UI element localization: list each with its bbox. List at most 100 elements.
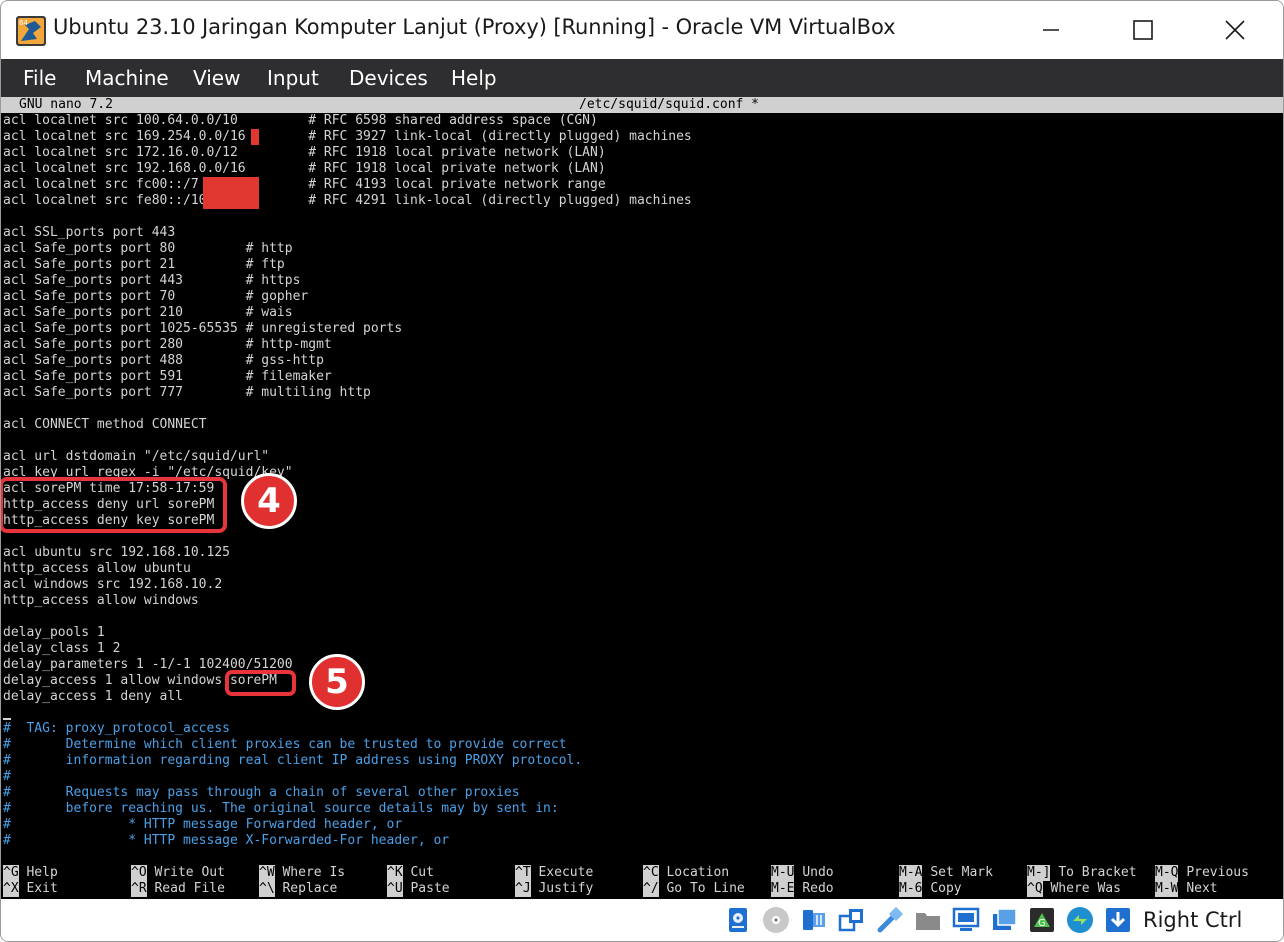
editor-line: acl Safe_ports port 777 # multiling http [3,385,371,400]
shortcut-label: Write Out [154,865,225,880]
shortcut-label: Help [26,865,58,880]
editor-line: acl Safe_ports port 591 # filemaker [3,369,332,384]
shared-folder-icon[interactable] [913,905,943,935]
vm-screen-terminal[interactable]: GNU nano 7.2 /etc/squid/squid.conf * acl… [1,97,1283,899]
title-bar: 64 Ubuntu 23.10 Jaringan Komputer Lanjut… [1,1,1283,59]
guest-additions-icon[interactable]: G [1027,905,1057,935]
audio-icon[interactable] [799,905,829,935]
shortcut-item: M-Q Previous [1155,865,1249,881]
usb-icon[interactable] [875,905,905,935]
shortcut-key: ^G [3,865,19,881]
shortcut-key: ^W [259,865,275,881]
editor-line: http_access allow ubuntu [3,561,191,576]
shortcut-label: Justify [538,881,594,896]
shortcut-key: ^\ [259,881,275,897]
editor-line: acl windows src 192.168.10.2 [3,577,223,592]
editor-line: acl Safe_ports port 21 # ftp [3,257,285,272]
shortcut-key: M-] [1027,865,1051,881]
close-button[interactable] [1189,1,1281,59]
status-bar: G Right Ctrl [1,899,1283,941]
shortcut-item: M-6 Copy [899,881,962,897]
shortcut-label: To Bracket [1058,865,1137,880]
shortcut-label: Copy [930,881,962,896]
annotation-badge-4: 4 [241,473,297,529]
editor-line: # * HTTP message X-Forwarded-For header,… [3,833,450,848]
host-key-label: Right Ctrl [1143,908,1243,932]
shortcut-item: M-W Next [1155,881,1218,897]
editor-line: acl Safe_ports port 488 # gss-http [3,353,324,368]
editor-line: # information regarding real client IP a… [3,753,583,768]
editor-line: # TAG: proxy_protocol_access [3,721,230,736]
editor-line: acl Safe_ports port 70 # gopher [3,289,309,304]
editor-line: acl localnet src 100.64.0.0/10 # RFC 659… [3,113,598,128]
menu-view[interactable]: View [193,59,240,97]
shortcut-key: M-6 [899,881,923,897]
network-icon[interactable] [837,905,867,935]
shortcut-label: Read File [154,881,225,896]
menu-input[interactable]: Input [267,59,319,97]
shortcut-label: Execute [538,865,594,880]
shortcut-item: ^\ Replace [259,881,337,897]
shortcut-label: Exit [26,881,58,896]
shortcut-label: Cut [410,865,434,880]
editor-line: delay_pools 1 [3,625,105,640]
video-capture-icon[interactable] [989,905,1019,935]
editor-line: acl localnet src 169.254.0.0/16 # RFC 39… [3,129,692,144]
editor-line: acl localnet src fc00::/7 # RFC 4193 loc… [3,177,606,192]
text-cursor [3,718,11,720]
nano-title-bar: GNU nano 7.2 /etc/squid/squid.conf * [1,97,1283,113]
display-icon[interactable] [951,905,981,935]
shortcut-item: ^Q Where Was [1027,881,1121,897]
shortcut-label: Location [666,865,730,880]
shortcut-key: ^J [515,881,531,897]
editor-line: acl Safe_ports port 80 # http [3,241,293,256]
virtualbox-64-icon: 64 [15,15,47,47]
virtualization-icon[interactable] [1065,905,1095,935]
shortcut-item: ^T Execute [515,865,593,881]
shortcut-label: Next [1186,881,1218,896]
nano-version: GNU nano 7.2 [19,97,113,112]
shortcut-key: ^Q [1027,881,1043,897]
editor-line: # Determine which client proxies can be … [3,737,567,752]
annotation-badge-5: 5 [309,654,365,710]
shortcut-item: M-] To Bracket [1027,865,1137,881]
menu-help[interactable]: Help [451,59,497,97]
shortcut-key: ^K [387,865,403,881]
shortcut-key: ^U [387,881,403,897]
shortcut-label: Set Mark [930,865,993,880]
shortcut-item: M-U Undo [771,865,834,881]
menu-devices[interactable]: Devices [349,59,428,97]
shortcut-item: ^J Justify [515,881,593,897]
shortcut-key: ^/ [643,881,659,897]
shortcut-label: Go To Line [666,881,745,896]
shortcut-item: ^U Paste [387,881,450,897]
shortcut-key: ^C [643,865,659,881]
redaction-mark [203,177,259,209]
redaction-mark [251,129,259,145]
editor-line: acl localnet src 192.168.0.0/16 # RFC 19… [3,161,606,176]
menu-machine[interactable]: Machine [85,59,169,97]
maximize-button[interactable] [1097,1,1189,59]
editor-line: # * HTTP message Forwarded header, or [3,817,403,832]
download-arrow-icon[interactable] [1103,905,1133,935]
editor-line: acl Safe_ports port 443 # https [3,273,301,288]
shortcut-item: M-E Redo [771,881,834,897]
shortcut-item: M-A Set Mark [899,865,993,881]
virtualbox-window: 64 Ubuntu 23.10 Jaringan Komputer Lanjut… [0,0,1284,942]
shortcut-key: ^R [131,881,147,897]
minimize-button[interactable] [1005,1,1097,59]
shortcut-item: ^R Read File [131,881,225,897]
svg-text:64: 64 [19,19,28,27]
shortcut-item: ^X Exit [3,881,58,897]
shortcut-key: M-W [1155,881,1179,897]
editor-line: # before reaching us. The original sourc… [3,801,559,816]
hard-disk-icon[interactable] [723,905,753,935]
shortcut-item: ^W Where Is [259,865,345,881]
editor-line: acl Safe_ports port 280 # http-mgmt [3,337,332,352]
shortcut-key: ^O [131,865,147,881]
menu-file[interactable]: File [23,59,56,97]
editor-line: http_access allow windows [3,593,199,608]
annotation-box-4 [1,477,227,533]
optical-disk-icon[interactable] [761,905,791,935]
shortcut-label: Paste [410,881,450,896]
